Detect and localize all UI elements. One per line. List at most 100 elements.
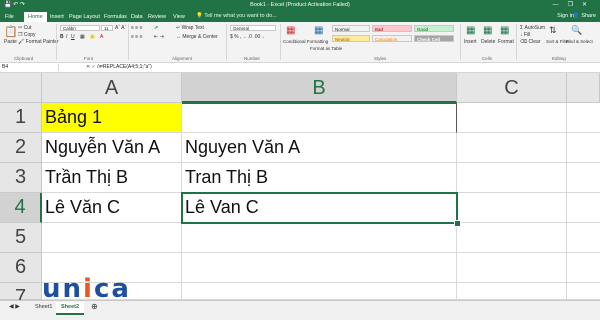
cell-d7[interactable] xyxy=(567,283,600,300)
row-header-1[interactable]: 1 xyxy=(0,103,42,133)
font-size-buttons[interactable]: Aˆ Aˇ xyxy=(115,25,126,31)
font-name-combo[interactable]: Calibri xyxy=(60,25,100,31)
cell-a5[interactable] xyxy=(42,223,182,253)
cell-c5[interactable] xyxy=(457,223,567,253)
format-as-table-icon[interactable]: ▦ xyxy=(314,25,323,36)
column-header-d[interactable] xyxy=(567,73,600,103)
style-good[interactable]: Good xyxy=(414,25,454,32)
cell-c3[interactable] xyxy=(457,163,567,193)
merge-center-button[interactable]: ↔ Merge & Center xyxy=(176,34,218,40)
name-box[interactable]: B4 xyxy=(2,64,59,71)
cell-d6[interactable] xyxy=(567,253,600,283)
cell-b5[interactable] xyxy=(182,223,457,253)
autosum-button[interactable]: Σ AutoSum xyxy=(520,25,545,31)
cell-b3[interactable]: Tran Thị B xyxy=(182,163,457,193)
wrap-text-button[interactable]: ↵ Wrap Text xyxy=(176,25,204,31)
row-header-3[interactable]: 3 xyxy=(0,163,42,193)
tab-formulas[interactable]: Formulas xyxy=(104,12,127,23)
tab-view[interactable]: View xyxy=(173,12,185,23)
format-painter-button[interactable]: 🖌 Format Painter xyxy=(18,39,59,45)
format-as-table-button[interactable]: Format as Table xyxy=(310,46,342,51)
column-header-a[interactable]: A xyxy=(42,73,182,103)
window-controls[interactable]: —❐✕ xyxy=(553,1,596,8)
insert-cells-button[interactable]: Insert xyxy=(464,39,477,45)
row-header-7[interactable]: 7 xyxy=(0,283,42,308)
clear-button[interactable]: ⌫ Clear xyxy=(520,39,540,45)
fill-button[interactable]: ↓ Fill xyxy=(520,32,530,38)
style-calculation[interactable]: Calculation xyxy=(372,35,412,42)
cell-d1[interactable] xyxy=(567,103,600,133)
style-check-cell[interactable]: Check Cell xyxy=(414,35,454,42)
copy-button[interactable]: ❐ Copy xyxy=(18,32,36,38)
sheet-tab-sheet1[interactable]: Sheet1 xyxy=(30,302,57,313)
delete-cells-icon[interactable]: ▦ xyxy=(483,25,492,36)
tab-file[interactable]: File xyxy=(5,12,14,23)
style-bad[interactable]: Bad xyxy=(372,25,412,32)
sort-filter-icon[interactable]: ⇅ xyxy=(549,25,557,36)
cell-a4[interactable]: Lê Văn C xyxy=(42,193,182,223)
tab-review[interactable]: Review xyxy=(148,12,166,23)
fx-icon[interactable]: ✕ ✓ fx xyxy=(86,64,101,71)
find-select-icon[interactable]: 🔍 xyxy=(571,25,582,36)
cell-a3[interactable]: Trần Thị B xyxy=(42,163,182,193)
cell-a1[interactable]: Bảng 1 xyxy=(42,103,182,133)
tab-page-layout[interactable]: Page Layout xyxy=(69,12,100,23)
cell-c6[interactable] xyxy=(457,253,567,283)
sheet-tab-sheet2[interactable]: Sheet2 xyxy=(56,302,85,315)
conditional-formatting-icon[interactable]: ▦ xyxy=(286,25,295,36)
sign-in-link[interactable]: Sign in xyxy=(557,13,574,19)
number-format-combo[interactable]: General xyxy=(230,25,276,31)
cell-d3[interactable] xyxy=(567,163,600,193)
sheet-nav-arrows[interactable]: ◀ ▶ xyxy=(4,302,25,313)
delete-cells-button[interactable]: Delete xyxy=(481,39,495,45)
orientation-icon[interactable]: ⇗ xyxy=(154,25,158,31)
cell-c7[interactable] xyxy=(457,283,567,300)
row-header-4[interactable]: 4 xyxy=(0,193,42,223)
borders-icon[interactable]: ▦ xyxy=(80,34,85,40)
format-cells-icon[interactable]: ▦ xyxy=(500,25,509,36)
style-neutral[interactable]: Neutral xyxy=(332,35,370,42)
insert-cells-icon[interactable]: ▦ xyxy=(466,25,475,36)
tab-insert[interactable]: Insert xyxy=(50,12,64,23)
cell-b1[interactable] xyxy=(182,103,457,133)
fill-handle[interactable] xyxy=(454,220,461,227)
column-header-c[interactable]: C xyxy=(457,73,567,103)
paste-icon[interactable]: 📋 xyxy=(4,25,18,38)
row-header-6[interactable]: 6 xyxy=(0,253,42,283)
bold-button[interactable]: B xyxy=(60,34,64,40)
tab-home[interactable]: Home xyxy=(24,11,47,22)
fill-color-icon[interactable]: ▣ xyxy=(90,34,95,40)
cell-a2[interactable]: Nguyễn Văn A xyxy=(42,133,182,163)
formula-input[interactable]: =REPLACE(A4;5;1;"a") xyxy=(100,64,152,71)
tell-me-search[interactable]: 💡 Tell me what you want to do... xyxy=(196,13,277,19)
conditional-formatting-button[interactable]: Conditional Formatting xyxy=(283,39,328,44)
cell-d2[interactable] xyxy=(567,133,600,163)
cell-c1[interactable] xyxy=(457,103,567,133)
select-all-corner[interactable] xyxy=(0,73,42,103)
italic-button[interactable]: I xyxy=(66,34,67,40)
horizontal-align-buttons[interactable]: ≡ ≡ ≡ xyxy=(131,34,143,40)
share-button[interactable]: 👤 Share xyxy=(573,13,596,19)
find-select-button[interactable]: Find & Select xyxy=(566,39,593,44)
cell-b2[interactable]: Nguyen Văn A xyxy=(182,133,457,163)
cell-d5[interactable] xyxy=(567,223,600,253)
cell-c4[interactable] xyxy=(457,193,567,223)
cell-d4[interactable] xyxy=(567,193,600,223)
cell-b4[interactable]: Lê Van C xyxy=(182,193,457,223)
cell-b6[interactable] xyxy=(182,253,457,283)
vertical-align-buttons[interactable]: ≡ ≡ ≡ xyxy=(131,25,143,31)
row-header-5[interactable]: 5 xyxy=(0,223,42,253)
font-size-combo[interactable]: 11 xyxy=(101,25,113,31)
number-format-buttons[interactable]: $ % , ←.0 .00→ xyxy=(230,34,265,40)
cell-b7[interactable] xyxy=(182,283,457,300)
indent-buttons[interactable]: ⇤ ⇥ xyxy=(154,34,164,40)
tab-data[interactable]: Data xyxy=(131,12,143,23)
font-color-icon[interactable]: A xyxy=(100,34,103,40)
column-header-b[interactable]: B xyxy=(182,73,457,103)
format-cells-button[interactable]: Format xyxy=(498,39,514,45)
add-sheet-icon[interactable]: ⊕ xyxy=(86,302,103,313)
row-header-2[interactable]: 2 xyxy=(0,133,42,163)
paste-button[interactable]: Paste xyxy=(4,39,17,45)
style-normal[interactable]: Normal xyxy=(332,25,370,32)
cell-c2[interactable] xyxy=(457,133,567,163)
